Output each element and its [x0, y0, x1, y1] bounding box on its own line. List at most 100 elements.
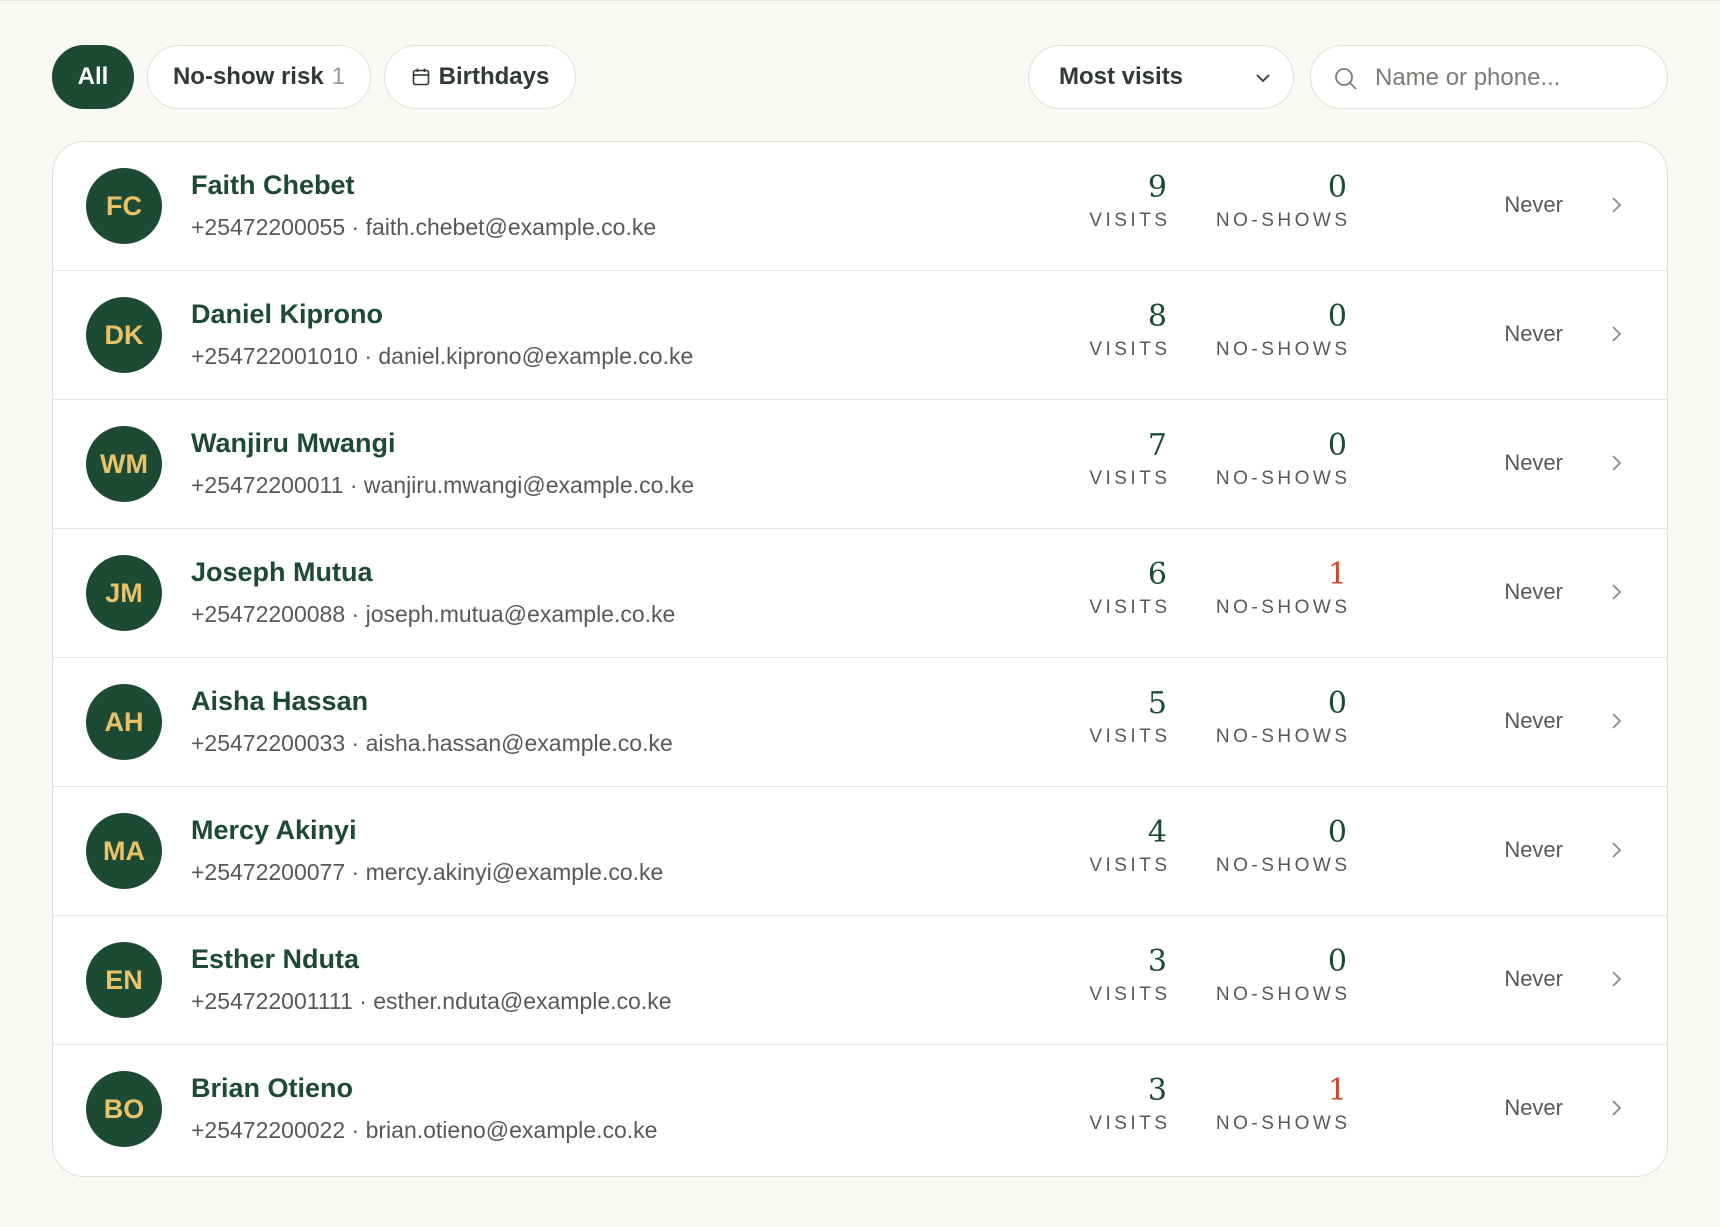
avatar-initials: BO	[103, 1093, 145, 1124]
last-visit: Never	[1504, 321, 1563, 346]
sort-select[interactable]: Most visits	[1028, 45, 1294, 109]
visits-label: VISITS	[1089, 726, 1171, 747]
avatar-initials: AH	[104, 706, 144, 737]
chevron-right-icon	[1612, 455, 1622, 471]
noshows-count: 0	[1327, 170, 1347, 205]
client-name: Brian Otieno	[191, 1073, 354, 1103]
client-phone: +25472200011	[191, 472, 344, 498]
search-box	[1310, 45, 1668, 109]
chevron-down-icon	[1256, 74, 1270, 83]
noshows-count: 0	[1327, 815, 1347, 850]
visits-stat: 6 VISITS	[1089, 557, 1167, 621]
client-contact: +25472200088 · joseph.mutua@example.co.k…	[191, 601, 675, 628]
filter-all-button[interactable]: All	[52, 45, 134, 109]
visits-label: VISITS	[1089, 339, 1171, 360]
filter-noshow-risk-button[interactable]: No-show risk 1	[147, 45, 371, 109]
client-phone: +254722001010	[191, 343, 358, 369]
filter-birthdays-label: Birthdays	[438, 63, 550, 90]
filter-toolbar: All No-show risk 1 Birthdays Most visits	[52, 45, 1668, 109]
client-name: Faith Chebet	[191, 170, 355, 200]
noshows-count: 0	[1327, 944, 1347, 979]
visits-stat: 5 VISITS	[1089, 686, 1167, 750]
last-visit: Never	[1504, 1095, 1563, 1120]
avatar-initials: JM	[105, 577, 143, 608]
last-visit: Never	[1504, 837, 1563, 862]
client-contact: +25472200055 · faith.chebet@example.co.k…	[191, 214, 656, 241]
visits-label: VISITS	[1089, 597, 1171, 618]
last-visit: Never	[1504, 192, 1563, 217]
contact-separator: ·	[345, 601, 366, 627]
visits-count: 5	[1147, 686, 1167, 721]
visits-label: VISITS	[1089, 1113, 1171, 1134]
noshows-stat: 0 NO-SHOWS	[1216, 299, 1347, 363]
client-email: mercy.akinyi@example.co.ke	[365, 859, 664, 885]
noshows-count: 0	[1327, 428, 1347, 463]
avatar-initials: WM	[100, 448, 148, 479]
search-input[interactable]	[1375, 58, 1655, 98]
noshows-stat: 0 NO-SHOWS	[1216, 686, 1347, 750]
noshows-count: 1	[1327, 557, 1347, 592]
chevron-right-icon	[1612, 584, 1622, 600]
client-contact: +254722001111 · esther.nduta@example.co.…	[191, 988, 672, 1015]
visits-count: 9	[1147, 170, 1167, 205]
noshows-label: NO-SHOWS	[1215, 855, 1351, 876]
client-email: esther.nduta@example.co.ke	[373, 988, 672, 1014]
client-row[interactable]: AH Aisha Hassan +25472200033 · aisha.has…	[53, 658, 1667, 787]
calendar-icon	[412, 68, 429, 86]
client-contact: +25472200022 · brian.otieno@example.co.k…	[191, 1117, 657, 1144]
contact-separator: ·	[345, 214, 366, 240]
contact-separator: ·	[357, 343, 379, 369]
client-row[interactable]: FC Faith Chebet +25472200055 · faith.che…	[53, 142, 1667, 271]
client-email: daniel.kiprono@example.co.ke	[378, 343, 694, 369]
noshows-stat: 1 NO-SHOWS	[1216, 1073, 1347, 1137]
client-name: Daniel Kiprono	[191, 299, 384, 329]
client-row[interactable]: JM Joseph Mutua +25472200088 · joseph.mu…	[53, 529, 1667, 658]
visits-stat: 4 VISITS	[1089, 815, 1167, 879]
noshows-count: 0	[1327, 686, 1347, 721]
client-name: Joseph Mutua	[191, 557, 373, 587]
client-contact: +25472200033 · aisha.hassan@example.co.k…	[191, 730, 673, 757]
noshows-label: NO-SHOWS	[1215, 597, 1351, 618]
client-contact: +25472200077 · mercy.akinyi@example.co.k…	[191, 859, 663, 886]
chevron-right-icon	[1612, 1100, 1622, 1116]
visits-count: 4	[1147, 815, 1167, 850]
client-email: aisha.hassan@example.co.ke	[365, 730, 673, 756]
avatar: WM	[86, 426, 162, 502]
noshows-stat: 0 NO-SHOWS	[1216, 428, 1347, 492]
sort-selected-value: Most visits	[1059, 63, 1184, 90]
client-phone: +25472200088	[191, 601, 346, 627]
avatar: DK	[86, 297, 162, 373]
visits-count: 8	[1147, 299, 1167, 334]
client-contact: +254722001010 · daniel.kiprono@example.c…	[191, 343, 693, 370]
visits-stat: 9 VISITS	[1089, 170, 1167, 234]
search-icon	[1335, 68, 1357, 90]
client-row[interactable]: DK Daniel Kiprono +254722001010 · daniel…	[53, 271, 1667, 400]
avatar: JM	[86, 555, 162, 631]
client-phone: +25472200033	[191, 730, 346, 756]
noshows-label: NO-SHOWS	[1215, 339, 1351, 360]
client-row[interactable]: WM Wanjiru Mwangi +25472200011 · wanjiru…	[53, 400, 1667, 529]
avatar: MA	[86, 813, 162, 889]
avatar: BO	[86, 1071, 162, 1147]
client-row[interactable]: MA Mercy Akinyi +25472200077 · mercy.aki…	[53, 787, 1667, 916]
client-name: Aisha Hassan	[191, 686, 369, 716]
chevron-right-icon	[1612, 842, 1622, 858]
visits-count: 3	[1147, 944, 1167, 979]
noshows-label: NO-SHOWS	[1215, 468, 1351, 489]
contact-separator: ·	[345, 859, 366, 885]
visits-label: VISITS	[1089, 984, 1171, 1005]
avatar: AH	[86, 684, 162, 760]
avatar-initials: DK	[104, 319, 144, 350]
client-row[interactable]: BO Brian Otieno +25472200022 · brian.oti…	[53, 1045, 1667, 1174]
client-phone: +25472200022	[191, 1117, 346, 1143]
visits-stat: 8 VISITS	[1089, 299, 1167, 363]
avatar: EN	[86, 942, 162, 1018]
last-visit: Never	[1504, 579, 1563, 604]
chevron-right-icon	[1612, 326, 1622, 342]
visits-stat: 3 VISITS	[1089, 1073, 1167, 1137]
noshows-label: NO-SHOWS	[1215, 1113, 1351, 1134]
client-phone: +254722001111	[191, 988, 353, 1014]
filter-birthdays-button[interactable]: Birthdays	[384, 45, 576, 109]
client-list: FC Faith Chebet +25472200055 · faith.che…	[52, 141, 1668, 1177]
client-row[interactable]: EN Esther Nduta +254722001111 · esther.n…	[53, 916, 1667, 1045]
